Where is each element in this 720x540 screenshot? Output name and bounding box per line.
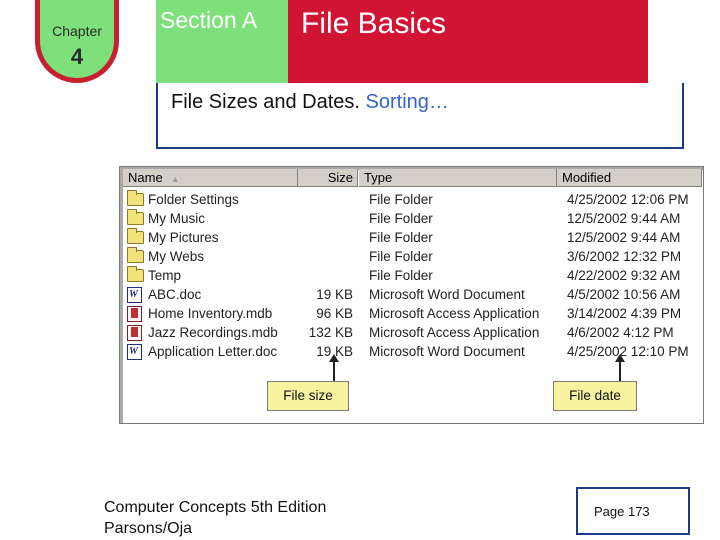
file-date-callout: File date: [553, 381, 637, 411]
file-row[interactable]: My Webs File Folder 3/6/2002 12:32 PM: [123, 247, 703, 267]
file-size: 132 KB: [308, 325, 353, 340]
file-size-arrow: [329, 354, 339, 381]
footer-citation: Computer Concepts 5th Edition Parsons/Oj…: [104, 497, 326, 539]
column-header-size[interactable]: Size: [298, 169, 358, 187]
file-size: 19 KB: [316, 344, 353, 359]
folder-icon: [127, 247, 144, 264]
section-label: Section A: [160, 7, 258, 33]
file-name: Application Letter.doc: [148, 344, 278, 359]
column-header-name-label: Name: [128, 170, 163, 185]
file-name: Folder Settings: [148, 192, 239, 207]
file-modified: 4/25/2002 12:10 PM: [567, 344, 689, 359]
file-row[interactable]: Home Inventory.mdb 96 KB Microsoft Access …: [123, 305, 703, 324]
file-modified: 4/5/2002 10:56 AM: [567, 287, 681, 302]
title-bar: File Basics: [288, 0, 648, 83]
file-modified: 3/14/2002 4:39 PM: [567, 306, 682, 321]
file-type: File Folder: [369, 249, 433, 264]
file-row[interactable]: W ABC.doc 19 KB Microsoft Word Document 4/5/…: [123, 286, 703, 305]
file-row[interactable]: My Music File Folder 12/5/2002 9:44 AM: [123, 209, 703, 229]
word-doc-icon: W: [127, 344, 144, 360]
file-type: File Folder: [369, 192, 433, 207]
chapter-badge: Chapter 4: [35, 0, 119, 83]
folder-icon: [127, 266, 144, 283]
file-name: My Pictures: [148, 230, 219, 245]
folder-icon: [127, 209, 144, 226]
page-number: Page 173: [594, 504, 650, 519]
file-modified: 4/6/2002 4:12 PM: [567, 325, 674, 340]
file-size: 96 KB: [316, 306, 353, 321]
section-tab: Section A: [156, 0, 288, 83]
footer-book-title: Computer Concepts 5th Edition: [104, 499, 327, 516]
folder-icon: [127, 228, 144, 245]
file-name: Jazz Recordings.mdb: [148, 325, 278, 340]
file-type: Microsoft Access Application: [369, 306, 540, 321]
file-type: File Folder: [369, 211, 433, 226]
file-row[interactable]: Folder Settings File Folder 4/25/2002 12:0…: [123, 190, 703, 210]
page-title: File Basics: [301, 7, 447, 40]
file-modified: 4/22/2002 9:32 AM: [567, 268, 681, 283]
access-db-icon: [127, 325, 144, 341]
file-name: ABC.doc: [148, 287, 202, 302]
column-header-type[interactable]: Type: [359, 169, 557, 187]
file-row[interactable]: Jazz Recordings.mdb 132 KB Microsoft Acces…: [123, 324, 703, 343]
file-explorer-figure: Name ▲ Size Type Modified Folder Settings…: [119, 166, 704, 424]
column-header-name[interactable]: Name ▲: [123, 169, 298, 187]
file-name: Temp: [148, 268, 182, 283]
file-name: My Music: [148, 211, 205, 226]
subtitle-accent: Sorting…: [365, 91, 449, 113]
file-modified: 12/5/2002 9:44 AM: [567, 230, 681, 245]
page-number-box: Page 173: [576, 487, 690, 535]
file-date-arrow: [615, 354, 625, 381]
access-db-icon: [127, 306, 144, 322]
chapter-number: 4: [70, 44, 84, 69]
file-type: File Folder: [369, 268, 433, 283]
file-name: My Webs: [148, 249, 205, 264]
file-modified: 12/5/2002 9:44 AM: [567, 211, 681, 226]
file-size-callout: File size: [267, 381, 349, 411]
file-row[interactable]: Temp File Folder 4/22/2002 9:32 AM: [123, 266, 703, 286]
subtitle-box: File Sizes and Dates. Sorting…: [156, 83, 684, 149]
footer-authors: Parsons/Oja: [104, 520, 193, 537]
file-size: 19 KB: [316, 287, 353, 302]
subtitle-main: File Sizes and Dates.: [171, 91, 360, 113]
chapter-label: Chapter: [52, 23, 102, 39]
file-type: File Folder: [369, 230, 433, 245]
file-type: Microsoft Word Document: [369, 344, 525, 359]
file-modified: 3/6/2002 12:32 PM: [567, 249, 682, 264]
word-doc-icon: W: [127, 287, 144, 303]
file-type: Microsoft Access Application: [369, 325, 540, 340]
file-modified: 4/25/2002 12:06 PM: [567, 192, 689, 207]
sort-ascending-icon: ▲: [170, 174, 180, 184]
file-type: Microsoft Word Document: [369, 287, 525, 302]
file-name: Home Inventory.mdb: [148, 306, 273, 321]
file-row[interactable]: My Pictures File Folder 12/5/2002 9:44 AM: [123, 228, 703, 248]
folder-icon: [127, 190, 144, 207]
subtitle: File Sizes and Dates. Sorting…: [171, 91, 449, 114]
column-header-modified[interactable]: Modified: [557, 169, 702, 187]
